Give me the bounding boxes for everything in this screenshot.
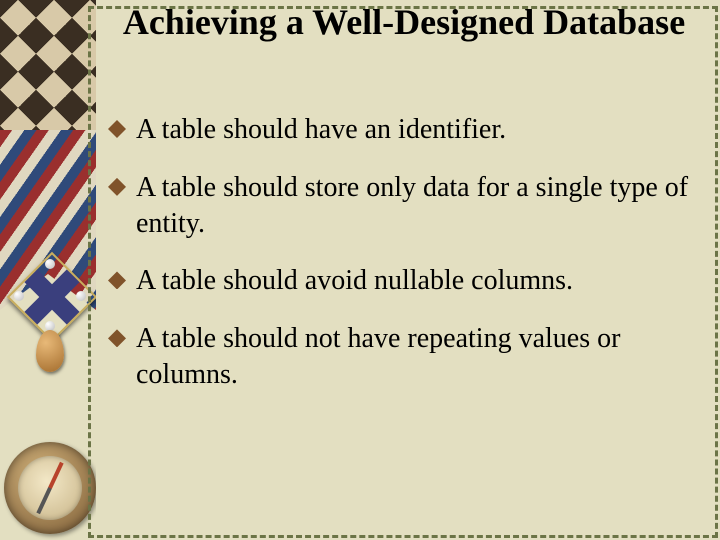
bullet-list: A table should have an identifier. A tab… <box>108 112 690 415</box>
bullet-text: A table should not have repeating values… <box>136 323 620 390</box>
checkerboard-graphic <box>0 0 96 135</box>
diamond-bullet-icon <box>108 271 126 289</box>
bullet-text: A table should store only data for a sin… <box>136 172 688 239</box>
slide-title: Achieving a Well-Designed Database <box>100 2 708 42</box>
medal-graphic <box>10 255 90 375</box>
diamond-bullet-icon <box>108 120 126 138</box>
slide: Achieving a Well-Designed Database A tab… <box>0 0 720 540</box>
list-item: A table should avoid nullable columns. <box>108 263 690 299</box>
bullet-text: A table should have an identifier. <box>136 114 506 145</box>
diamond-bullet-icon <box>108 329 126 347</box>
list-item: A table should have an identifier. <box>108 112 690 148</box>
decorative-sidebar <box>0 0 96 540</box>
list-item: A table should not have repeating values… <box>108 321 690 393</box>
compass-graphic <box>4 442 96 534</box>
list-item: A table should store only data for a sin… <box>108 170 690 242</box>
bullet-text: A table should avoid nullable columns. <box>136 265 573 296</box>
diamond-bullet-icon <box>108 178 126 196</box>
